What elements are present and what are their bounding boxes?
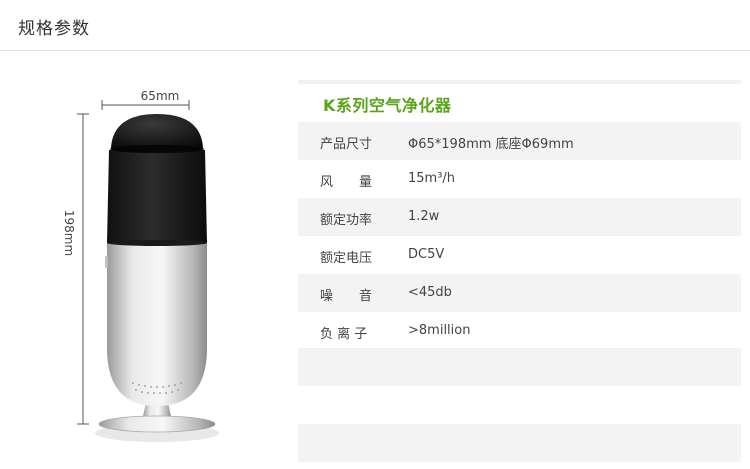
spec-label: 产品尺寸 xyxy=(320,137,373,152)
spec-value: >8million xyxy=(408,323,471,338)
spec-label: 额定电压 xyxy=(320,251,373,266)
spec-row-noise: 噪 音 <45db xyxy=(298,274,741,312)
page-header: 规格参数 xyxy=(0,0,750,51)
spec-label: 负 离 子 xyxy=(320,327,368,342)
spec-label: 噪 音 xyxy=(320,289,373,304)
spec-value: DC5V xyxy=(408,247,445,262)
spec-table: 产品尺寸 Φ65*198mm 底座Φ69mm 风 量 15m³/h 额定功率 1… xyxy=(298,122,741,350)
purifier-device xyxy=(95,114,219,442)
spec-row-empty xyxy=(298,348,741,386)
spec-row-empty xyxy=(298,424,741,462)
spec-value: <45db xyxy=(408,285,452,300)
spec-title: K系列空气净化器 xyxy=(323,96,452,115)
spec-label: 风 量 xyxy=(320,175,373,190)
spec-label: 额定功率 xyxy=(320,213,373,228)
width-label: 65mm xyxy=(141,89,180,103)
height-label: 198mm xyxy=(62,210,76,256)
spec-row-voltage: 额定电压 DC5V xyxy=(298,236,741,274)
height-dimension xyxy=(77,113,89,425)
spec-value: Φ65*198mm 底座Φ69mm xyxy=(408,137,574,152)
page-title: 规格参数 xyxy=(18,19,90,39)
spec-row-power: 额定功率 1.2w xyxy=(298,198,741,236)
spec-value: 15m³/h xyxy=(408,171,456,186)
spec-value: 1.2w xyxy=(408,209,440,224)
title-divider xyxy=(298,80,741,84)
product-image: 65mm 198mm xyxy=(62,89,219,442)
spec-row-size: 产品尺寸 Φ65*198mm 底座Φ69mm xyxy=(298,122,741,160)
spec-row-airflow: 风 量 15m³/h xyxy=(298,160,741,198)
spec-row-anion: 负 离 子 >8million xyxy=(298,312,741,350)
